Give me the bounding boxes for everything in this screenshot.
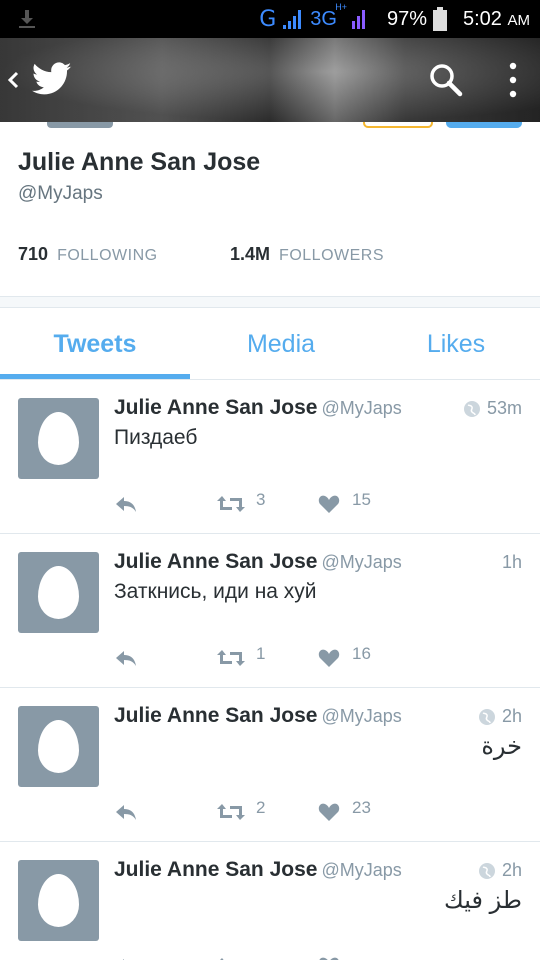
reply-icon[interactable] <box>114 802 138 822</box>
tweet-author: Julie Anne San Jose @MyJaps <box>114 550 402 574</box>
following-stat[interactable]: 710 FOLLOWING <box>18 244 158 265</box>
default-egg-avatar-icon <box>38 566 79 619</box>
tweet-text: خرة <box>481 733 522 760</box>
tweet-time: 53m <box>463 398 522 419</box>
profile-tabs: Tweets Media Likes <box>0 308 540 380</box>
avatar[interactable] <box>18 860 99 941</box>
retweet-icon[interactable] <box>216 802 246 822</box>
profile-name: Julie Anne San Jose <box>18 148 261 176</box>
tweet-timestamp: 2h <box>501 860 522 880</box>
profile-avatar-stub[interactable] <box>47 122 113 128</box>
retweet-count: 1 <box>256 644 266 663</box>
network-hplus-label: H+ <box>335 1 347 12</box>
network-type-g: G <box>259 6 277 32</box>
clock-time: 5:02 <box>463 7 502 30</box>
following-count: 710 <box>18 244 49 264</box>
tweet-author-handle: @MyJaps <box>321 398 402 418</box>
avatar[interactable] <box>18 398 99 479</box>
retweet-count: 2 <box>256 798 266 817</box>
notifications-button-stub[interactable] <box>363 122 433 128</box>
globe-icon <box>478 862 495 879</box>
tweet-author: Julie Anne San Jose @MyJaps <box>114 704 402 728</box>
globe-icon <box>478 708 495 725</box>
retweet-icon[interactable] <box>216 956 246 960</box>
tweet-author-name: Julie Anne San Jose <box>114 550 318 573</box>
heart-icon[interactable] <box>318 648 340 668</box>
heart-icon[interactable] <box>318 802 340 822</box>
retweet-count: 3 <box>256 490 266 509</box>
clock-ampm: AM <box>507 11 531 29</box>
like-count: 16 <box>352 644 371 663</box>
signal-icon-2 <box>351 10 365 29</box>
tweet-actions: 2 23 <box>114 798 414 826</box>
tweet-timestamp: 53m <box>486 398 522 418</box>
tweet-timestamp: 1h <box>501 552 522 572</box>
tweet-text: Пиздаеб <box>114 426 198 449</box>
tweet-text: طز فيك <box>444 887 522 914</box>
tweet-text: Заткнись, иди на хуй <box>114 580 317 603</box>
profile-header-banner <box>0 38 540 122</box>
battery-percent: 97% <box>386 7 427 30</box>
search-icon[interactable] <box>428 62 464 98</box>
tweet-time: 2h <box>478 706 522 727</box>
followers-stat[interactable]: 1.4M FOLLOWERS <box>230 244 384 265</box>
battery-icon <box>433 7 447 31</box>
tweet-time: 1h <box>502 552 522 573</box>
signal-icon <box>283 10 302 29</box>
heart-icon[interactable] <box>318 956 340 960</box>
tweet-author-handle: @MyJaps <box>321 706 402 726</box>
tweet-author-name: Julie Anne San Jose <box>114 704 318 727</box>
more-vertical-icon[interactable] <box>500 60 526 100</box>
network-type-3g: 3G H+ <box>310 2 347 31</box>
chevron-left-icon <box>7 71 19 89</box>
followers-count: 1.4M <box>230 244 271 264</box>
tweet-author-handle: @MyJaps <box>321 552 402 572</box>
tweet-timestamp: 2h <box>501 706 522 726</box>
clock: 5:02 AM <box>463 8 530 31</box>
tweet-item[interactable]: Julie Anne San Jose @MyJaps 1h Заткнись, … <box>0 534 540 688</box>
tweet-author-handle: @MyJaps <box>321 860 402 880</box>
tweet-author: Julie Anne San Jose @MyJaps <box>114 396 402 420</box>
tweet-author-name: Julie Anne San Jose <box>114 396 318 419</box>
tweet-actions: 1 16 <box>114 644 414 672</box>
tweet-author: Julie Anne San Jose @MyJaps <box>114 858 402 882</box>
download-icon <box>19 10 35 28</box>
default-egg-avatar-icon <box>38 720 79 773</box>
follow-button-stub[interactable] <box>446 122 522 128</box>
retweet-icon[interactable] <box>216 648 246 668</box>
section-divider <box>0 296 540 308</box>
globe-icon <box>463 400 480 417</box>
retweet-icon[interactable] <box>216 494 246 514</box>
tab-likes[interactable]: Likes <box>372 308 540 380</box>
heart-icon[interactable] <box>318 494 340 514</box>
reply-icon[interactable] <box>114 956 138 960</box>
reply-icon[interactable] <box>114 494 138 514</box>
like-count: 23 <box>352 798 371 817</box>
default-egg-avatar-icon <box>38 412 79 465</box>
tweet-item[interactable]: Julie Anne San Jose @MyJaps 2h طز فيك <box>0 842 540 960</box>
active-tab-indicator <box>0 374 190 379</box>
following-label: FOLLOWING <box>57 247 158 264</box>
tab-media[interactable]: Media <box>190 308 372 380</box>
twitter-bird-icon[interactable] <box>32 62 72 96</box>
tweet-item[interactable]: Julie Anne San Jose @MyJaps 53m Пиздаеб 3… <box>0 380 540 534</box>
tweet-time: 2h <box>478 860 522 881</box>
tab-tweets[interactable]: Tweets <box>0 308 190 380</box>
status-bar: G 3G H+ 97% 5:02 AM <box>0 0 540 38</box>
tweet-actions: 3 15 <box>114 490 414 518</box>
avatar[interactable] <box>18 552 99 633</box>
tweet-author-name: Julie Anne San Jose <box>114 858 318 881</box>
reply-icon[interactable] <box>114 648 138 668</box>
default-egg-avatar-icon <box>38 874 79 927</box>
profile-handle: @MyJaps <box>18 183 103 204</box>
back-button[interactable] <box>6 62 26 98</box>
like-count: 15 <box>352 490 371 509</box>
followers-label: FOLLOWERS <box>279 247 385 264</box>
avatar[interactable] <box>18 706 99 787</box>
network-3g-label: 3G <box>310 7 337 30</box>
tweet-item[interactable]: Julie Anne San Jose @MyJaps 2h خرة 2 23 <box>0 688 540 842</box>
tweet-actions <box>114 952 414 960</box>
